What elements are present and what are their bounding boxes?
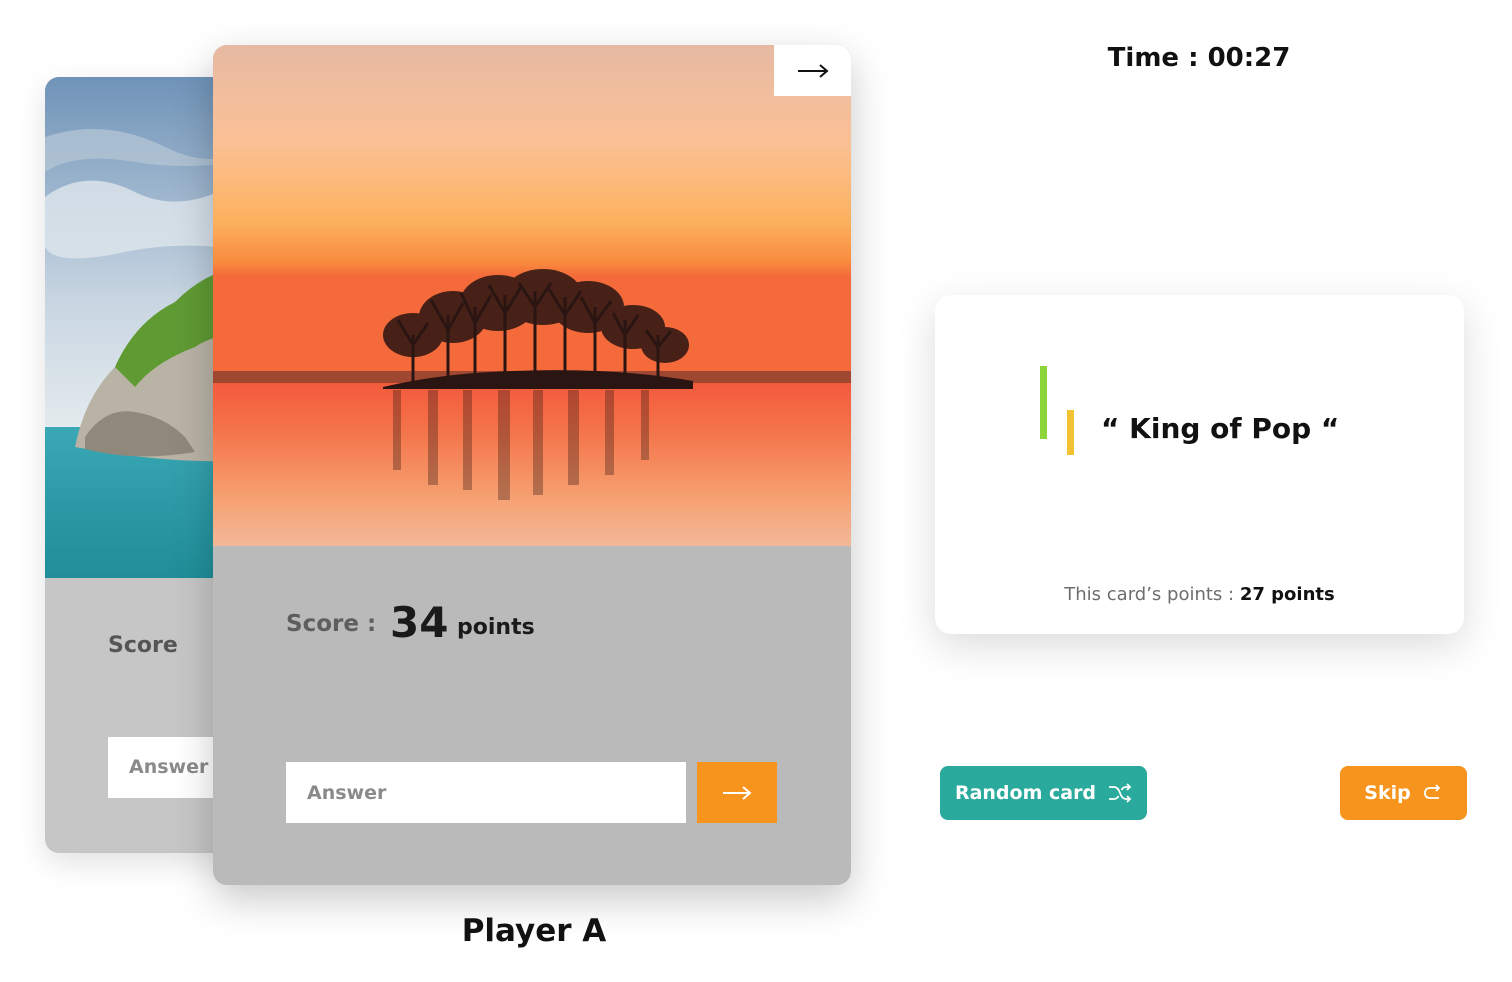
skip-button[interactable]: Skip <box>1340 766 1467 820</box>
submit-answer-button[interactable] <box>697 762 777 823</box>
card-points-value: 27 points <box>1239 584 1335 605</box>
score-unit: points <box>457 615 535 640</box>
score-value: 34 <box>390 598 449 647</box>
accent-bar-yellow <box>1067 410 1074 455</box>
player-card: Score : 34 points <box>213 45 851 885</box>
arrow-right-icon <box>797 63 829 78</box>
clue-text: “ King of Pop “ <box>1101 412 1340 445</box>
accent-bar-green <box>1040 366 1047 439</box>
score-label: Score : <box>286 611 377 637</box>
next-card-button[interactable] <box>774 45 851 96</box>
skip-label: Skip <box>1364 782 1411 804</box>
back-score-label: Score <box>108 633 178 658</box>
arrow-right-icon <box>723 785 752 800</box>
clue-card: “ King of Pop “ This card’s points : 27 … <box>935 295 1464 634</box>
timer-label: Time : <box>1107 43 1199 73</box>
redo-icon <box>1423 784 1440 799</box>
sunset-photo <box>213 45 851 546</box>
random-card-button[interactable]: Random card <box>940 766 1147 820</box>
game-screen: Score Answer Score: 34 points Answer Pl… <box>0 0 1512 982</box>
card-points: This card’s points : 27 points <box>935 584 1464 605</box>
answer-input[interactable] <box>286 762 686 823</box>
timer: Time : 00:27 <box>1099 43 1299 73</box>
shuffle-icon <box>1109 783 1132 803</box>
random-card-label: Random card <box>954 782 1097 804</box>
timer-value: 00:27 <box>1207 43 1291 73</box>
player-name: Player A <box>461 913 607 949</box>
card-points-label: This card’s points : <box>1064 584 1235 605</box>
